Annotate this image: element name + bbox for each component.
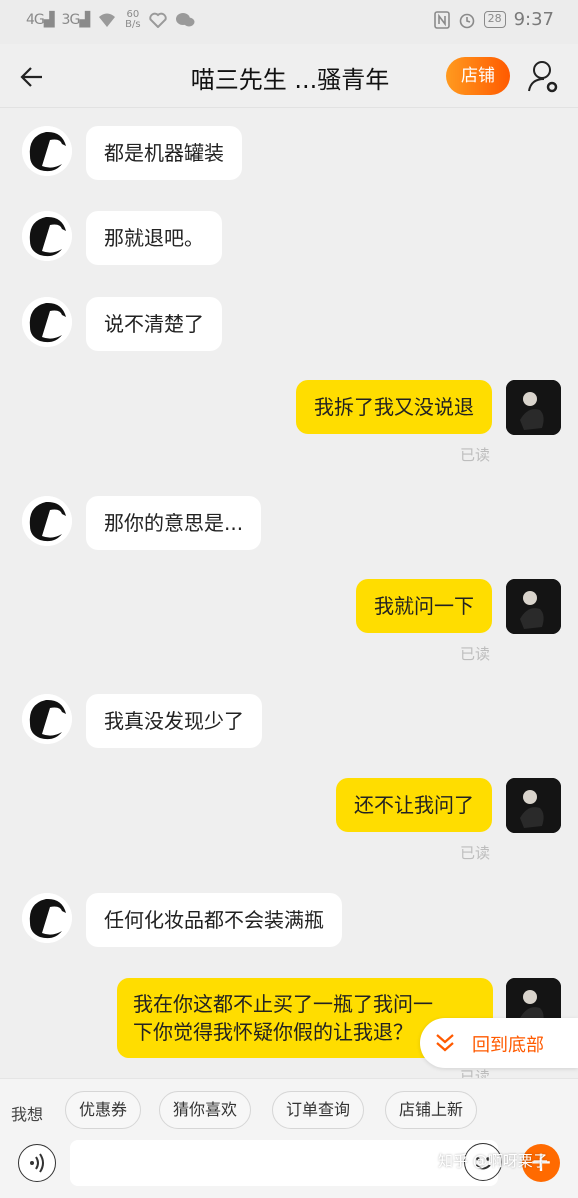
message-bubble[interactable]: 我拆了我又没说退 xyxy=(296,380,492,434)
wifi-icon xyxy=(99,13,116,27)
chip-recommendations[interactable]: 猜你喜欢 xyxy=(159,1091,252,1129)
user-photo-icon xyxy=(506,380,561,435)
net-speed: 60 B/s xyxy=(125,10,140,30)
shop-avatar[interactable] xyxy=(22,126,72,176)
battery-level: 28 xyxy=(487,12,502,25)
read-status: 已读 xyxy=(460,844,491,862)
message-input[interactable] xyxy=(70,1140,498,1186)
chip-shop-new[interactable]: 店铺上新 xyxy=(385,1091,478,1129)
message-line: 我在你这都不止买了一瓶了我问一 xyxy=(133,992,433,1016)
shop-avatar[interactable] xyxy=(22,893,72,943)
message-bubble[interactable]: 都是机器罐装 xyxy=(86,126,242,180)
status-bar: 4G▟ 3G▟ 60 B/s 28 9:37 xyxy=(0,0,578,44)
status-time: 9:37 xyxy=(513,9,554,30)
double-chevron-down-icon xyxy=(436,1034,454,1052)
shop-avatar[interactable] xyxy=(22,694,72,744)
voice-icon xyxy=(30,1153,44,1173)
scroll-to-bottom-button[interactable]: 回到底部 xyxy=(420,1018,578,1068)
wechat-icon xyxy=(175,13,195,27)
read-status: 已读 xyxy=(460,446,491,464)
message-bubble[interactable]: 任何化妆品都不会装满瓶 xyxy=(86,893,342,947)
message-bubble[interactable]: 说不清楚了 xyxy=(86,297,222,351)
quick-actions-label: 我想 xyxy=(11,1105,44,1124)
message-bubble[interactable]: 我就问一下 xyxy=(356,579,492,633)
shop-avatar[interactable] xyxy=(22,211,72,261)
page-title: 喵三先生 ...骚青年 xyxy=(190,66,390,94)
voice-button[interactable] xyxy=(18,1144,56,1182)
read-status: 已读 xyxy=(460,645,491,663)
shop-button[interactable]: 店铺 xyxy=(446,57,510,95)
back-button[interactable] xyxy=(18,62,48,92)
cat-avatar-icon xyxy=(22,496,72,546)
signal-label-2: 3G xyxy=(61,12,81,28)
cellular-signal-icon: 4G▟ xyxy=(26,12,55,28)
user-photo-icon xyxy=(506,778,561,833)
watermark: 知乎 @啊呀栗子 xyxy=(438,1152,548,1170)
net-speed-unit: B/s xyxy=(125,19,141,30)
cat-avatar-icon xyxy=(22,211,72,261)
quick-actions-bar: 我想 优惠券 猜你喜欢 订单查询 店铺上新 xyxy=(0,1078,578,1138)
shop-avatar[interactable] xyxy=(22,496,72,546)
shop-avatar[interactable] xyxy=(22,297,72,347)
user-avatar[interactable] xyxy=(506,380,561,435)
message-bubble[interactable]: 那你的意思是... xyxy=(86,496,262,550)
signal-label-1: 4G xyxy=(26,12,45,28)
nfc-icon xyxy=(433,10,450,29)
cat-avatar-icon xyxy=(22,694,72,744)
input-bar: + 知乎 @啊呀栗子 xyxy=(0,1138,578,1198)
chip-coupons[interactable]: 优惠券 xyxy=(65,1091,142,1129)
profile-settings-button[interactable] xyxy=(524,58,562,96)
cat-avatar-icon xyxy=(22,126,72,176)
alarm-icon xyxy=(459,13,474,28)
health-icon xyxy=(148,12,167,28)
user-settings-icon xyxy=(528,61,558,93)
message-bubble[interactable]: 那就退吧。 xyxy=(86,211,222,265)
cat-avatar-icon xyxy=(22,893,72,943)
chat-header: 喵三先生 ...骚青年 店铺 xyxy=(0,44,578,108)
chip-order-query[interactable]: 订单查询 xyxy=(272,1091,365,1129)
cellular-signal-icon-2: 3G▟ xyxy=(61,12,91,28)
user-photo-icon xyxy=(506,579,561,634)
user-avatar[interactable] xyxy=(506,579,561,634)
scroll-to-bottom-label: 回到底部 xyxy=(472,1035,544,1056)
message-bubble[interactable]: 我真没发现少了 xyxy=(86,694,262,748)
cat-avatar-icon xyxy=(22,297,72,347)
battery-icon: 28 xyxy=(483,11,506,28)
user-avatar[interactable] xyxy=(506,778,561,833)
message-bubble[interactable]: 还不让我问了 xyxy=(336,778,492,832)
arrow-left-icon xyxy=(20,67,42,87)
